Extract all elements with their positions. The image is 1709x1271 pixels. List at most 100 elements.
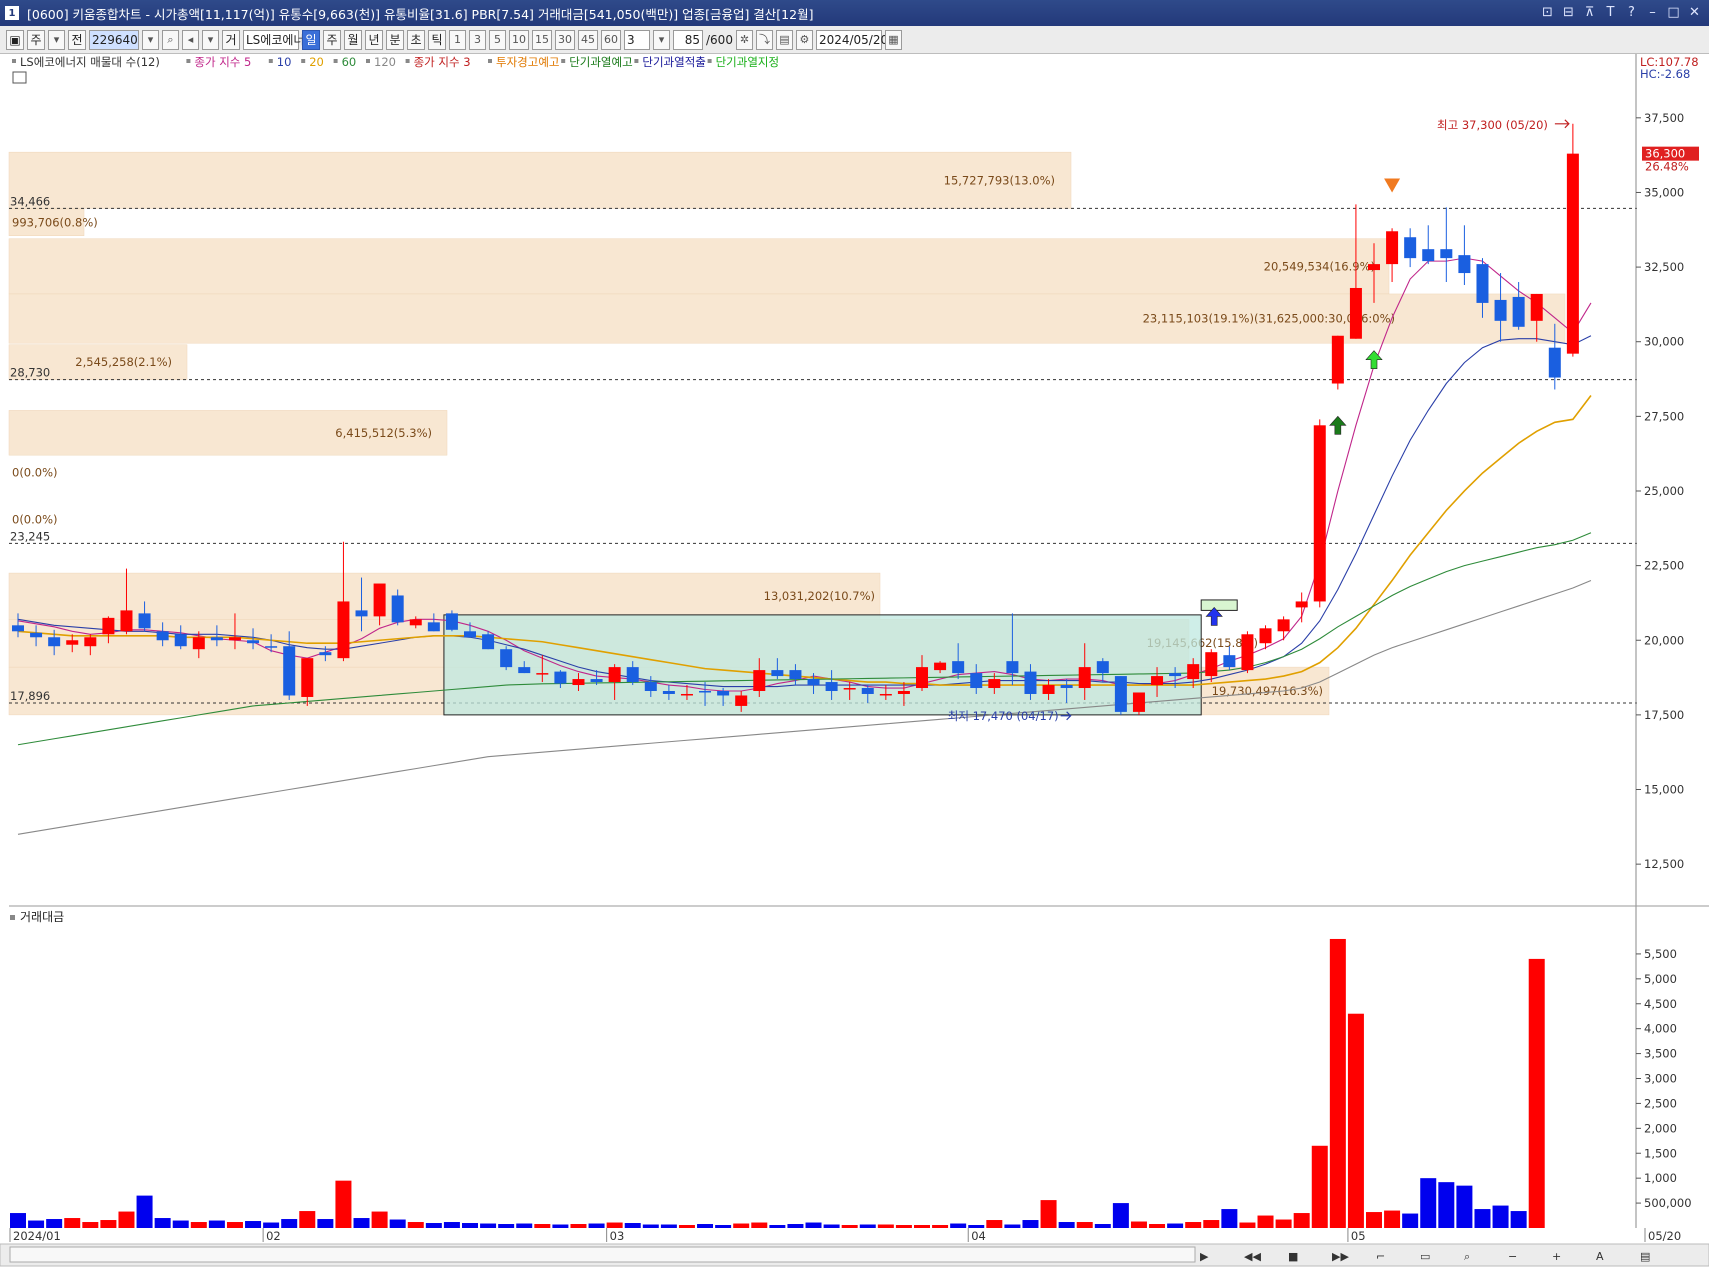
candle-body-25 xyxy=(464,631,476,638)
volume-bar-52 xyxy=(950,1223,967,1228)
interval-15[interactable]: 15 xyxy=(532,29,552,50)
interval-dropdown-icon[interactable]: ▾ xyxy=(653,29,670,50)
candle-body-40 xyxy=(735,695,748,706)
bar-count-input[interactable]: 85 xyxy=(673,29,703,50)
legend-bullet-1 xyxy=(186,59,191,63)
volume-tick-label-3: 2,000 xyxy=(1644,1121,1677,1135)
candle-body-0 xyxy=(12,625,24,632)
profile-label-5: 6,415,512(5.3%) xyxy=(335,426,432,440)
volume-bar-25 xyxy=(462,1223,478,1228)
window-controls: ⊡ ⊟ ⊼ T ? – □ ✕ xyxy=(1539,4,1703,21)
tools-icon[interactable]: ✲ xyxy=(735,29,753,50)
candle-body-47 xyxy=(861,688,874,694)
scroll-control-icon-7: − xyxy=(1508,1250,1517,1263)
interval-1[interactable]: 1 xyxy=(449,29,466,50)
prev-button[interactable]: 전 xyxy=(68,29,86,50)
candle-body-45 xyxy=(825,682,838,691)
reference-label-1: 28,730 xyxy=(10,366,50,380)
candle-body-61 xyxy=(1114,676,1127,712)
profile-label-2: 20,549,534(16.9%) xyxy=(1264,259,1375,273)
scroll-control-icon-0: ▶ xyxy=(1200,1250,1209,1263)
interval-10[interactable]: 10 xyxy=(509,29,529,50)
candle-body-53 xyxy=(970,673,983,689)
period-second[interactable]: 초 xyxy=(407,29,425,50)
indicator-icon[interactable]: ⤵ xyxy=(755,29,773,50)
candle-body-85 xyxy=(1548,347,1561,378)
period-year[interactable]: 년 xyxy=(365,29,383,50)
pin-icon[interactable]: ⊼ xyxy=(1581,4,1598,21)
legend-bullet-0 xyxy=(12,59,16,63)
candle-body-73 xyxy=(1331,335,1344,384)
candle-body-2 xyxy=(48,637,61,647)
candle-body-59 xyxy=(1078,667,1091,689)
volume-bar-2 xyxy=(46,1219,63,1228)
interval-input[interactable]: 3 xyxy=(624,29,650,50)
volume-bar-18 xyxy=(335,1180,352,1228)
interval-3[interactable]: 3 xyxy=(469,29,486,50)
candle-body-48 xyxy=(879,693,892,696)
period-minute[interactable]: 분 xyxy=(386,29,404,50)
period-week[interactable]: 주 xyxy=(323,29,341,50)
profile-band-9 xyxy=(8,572,881,620)
candle-body-39 xyxy=(717,691,730,696)
candle-body-29 xyxy=(536,673,549,675)
bar-total-label: /600 xyxy=(706,32,733,47)
period-tick[interactable]: 틱 xyxy=(428,29,446,50)
minimize-icon[interactable]: – xyxy=(1644,4,1661,21)
help-icon[interactable]: ? xyxy=(1623,4,1640,21)
candle-body-27 xyxy=(500,649,513,668)
candle-body-12 xyxy=(228,637,241,641)
sound-dropdown-icon[interactable]: ▾ xyxy=(202,29,219,50)
code-dropdown-icon[interactable]: ▾ xyxy=(142,29,159,50)
volume-bar-42 xyxy=(769,1225,786,1228)
chevron-down-icon[interactable]: ▾ xyxy=(48,29,65,50)
legend-item-7: 투자경고예고 xyxy=(496,55,559,69)
gear-icon[interactable]: ⚙ xyxy=(795,29,813,50)
candle-body-1 xyxy=(30,632,43,638)
candle-body-67 xyxy=(1223,655,1236,668)
calendar-icon[interactable]: ▦ xyxy=(884,29,902,50)
profile-band-0 xyxy=(8,151,1072,209)
candle-body-77 xyxy=(1404,237,1417,259)
volume-bar-10 xyxy=(190,1222,207,1228)
save-icon[interactable]: ▤ xyxy=(775,29,793,50)
font-icon[interactable]: T xyxy=(1602,4,1619,21)
candle-body-5 xyxy=(102,617,115,635)
volume-bar-47 xyxy=(859,1224,876,1228)
candle-body-70 xyxy=(1277,619,1290,632)
chart-menu-icon[interactable]: ▣ xyxy=(6,29,24,50)
candle-body-63 xyxy=(1151,676,1164,686)
chart-area[interactable]: LS에코에너지 매물대 수(12) 종가 지수 5 10 20 60 120 종가 지수 3… xyxy=(0,54,1709,1271)
search-icon[interactable]: ⌕ xyxy=(162,29,179,50)
candle-body-4 xyxy=(84,637,97,647)
period-month[interactable]: 월 xyxy=(344,29,362,50)
stock-code-input[interactable]: 229640 xyxy=(89,29,139,50)
y-tick-label-2: 17,500 xyxy=(1644,708,1684,722)
interval-30[interactable]: 30 xyxy=(555,29,575,50)
date-input[interactable]: 2024/05/20 xyxy=(815,29,888,50)
sound-icon[interactable]: ◂ xyxy=(182,29,199,50)
bottom-scroll-bar[interactable]: ▶ ◀◀ ■ ▶▶ ⌐ ▭ ⌕ − + A ▤ xyxy=(0,1243,1709,1267)
market-select[interactable]: 주 xyxy=(27,29,45,50)
maximize-icon[interactable]: □ xyxy=(1665,4,1682,21)
volume-tick-label-7: 4,000 xyxy=(1644,1022,1677,1036)
candle-body-58 xyxy=(1060,685,1073,689)
tile-icon[interactable]: ⊟ xyxy=(1560,4,1577,21)
interval-5[interactable]: 5 xyxy=(489,29,506,50)
interval-45[interactable]: 45 xyxy=(578,29,598,50)
volume-bar-73 xyxy=(1329,938,1346,1228)
candle-body-54 xyxy=(988,679,1001,689)
candle-body-30 xyxy=(554,671,567,684)
volume-bar-33 xyxy=(606,1222,623,1228)
volume-title: 거래대금 xyxy=(20,910,64,924)
scroll-control-icon-4: ⌐ xyxy=(1376,1250,1385,1263)
candle-body-37 xyxy=(680,693,693,696)
close-icon[interactable]: ✕ xyxy=(1686,4,1703,21)
volume-bar-44 xyxy=(805,1222,822,1228)
y-tick-label-0: 12,500 xyxy=(1644,857,1684,871)
layout-icon[interactable]: ⊡ xyxy=(1539,4,1556,21)
stock-name-field[interactable]: LS에코에너 xyxy=(243,29,304,50)
interval-60[interactable]: 60 xyxy=(601,29,621,50)
period-day[interactable]: 일 xyxy=(302,29,320,50)
go-button[interactable]: 거 xyxy=(222,29,240,50)
